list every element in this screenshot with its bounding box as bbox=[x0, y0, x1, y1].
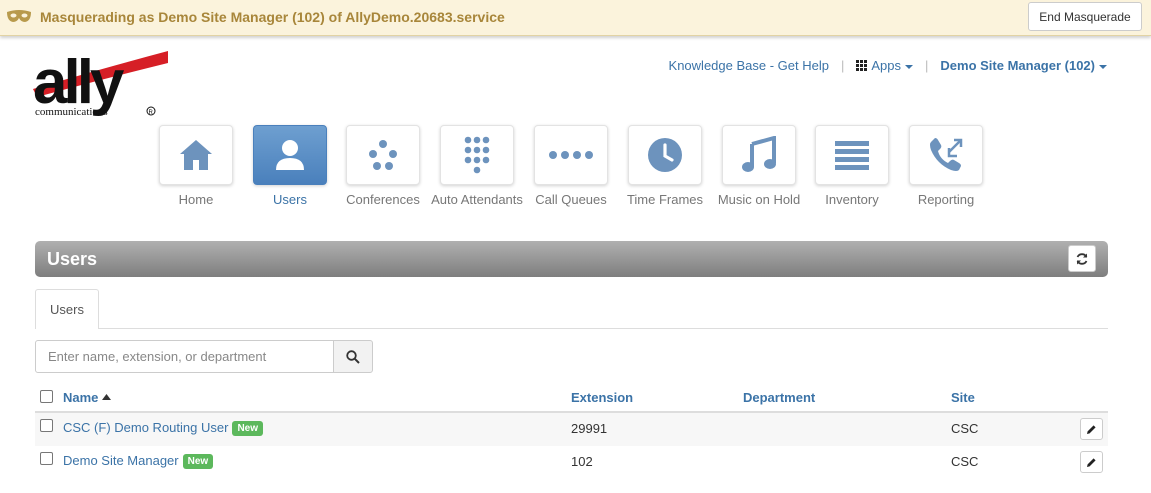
column-header-site[interactable]: Site bbox=[951, 390, 975, 405]
nav-reporting-label: Reporting bbox=[917, 192, 975, 207]
nav-users-label: Users bbox=[273, 192, 307, 207]
nav-home-label: Home bbox=[178, 192, 214, 207]
user-site: CSC bbox=[951, 454, 979, 469]
tabs-divider bbox=[35, 328, 1108, 329]
user-menu-label: Demo Site Manager (102) bbox=[940, 58, 1095, 73]
row-checkbox[interactable] bbox=[40, 452, 53, 465]
nav-reporting[interactable]: Reporting bbox=[899, 125, 993, 207]
nav-time-frames-label: Time Frames bbox=[626, 192, 704, 207]
chevron-down-icon bbox=[1099, 64, 1107, 69]
users-panel-header: Users bbox=[35, 241, 1108, 277]
user-name: Demo Site Manager bbox=[63, 453, 179, 468]
keypad-icon bbox=[464, 136, 490, 174]
apps-menu[interactable]: Apps bbox=[856, 58, 913, 73]
list-icon bbox=[835, 141, 869, 170]
home-icon bbox=[180, 140, 212, 170]
user-name: CSC (F) Demo Routing User bbox=[63, 420, 229, 435]
nav-time-frames[interactable]: Time Frames bbox=[618, 125, 712, 207]
chevron-down-icon bbox=[905, 64, 913, 69]
edit-button[interactable] bbox=[1080, 451, 1103, 473]
apps-label: Apps bbox=[871, 58, 901, 73]
row-checkbox[interactable] bbox=[40, 419, 53, 432]
music-note-icon bbox=[742, 136, 776, 172]
user-name-link[interactable]: CSC (F) Demo Routing User New bbox=[63, 420, 263, 436]
nav-home[interactable]: Home bbox=[149, 125, 243, 207]
user-icon bbox=[276, 140, 304, 170]
refresh-icon bbox=[1076, 252, 1088, 265]
nav-call-queues[interactable]: Call Queues bbox=[524, 125, 618, 207]
sort-asc-icon bbox=[102, 394, 112, 400]
knowledge-base-link[interactable]: Knowledge Base - Get Help bbox=[669, 58, 829, 73]
clock-icon bbox=[648, 138, 682, 172]
logo-tagline: communications bbox=[35, 106, 108, 118]
search-icon bbox=[346, 349, 360, 364]
masquerade-text: Masquerading as Demo Site Manager (102) … bbox=[40, 9, 505, 25]
table-row: Demo Site Manager New 102 CSC bbox=[35, 446, 1108, 479]
nav-users[interactable]: Users bbox=[243, 125, 337, 207]
nav-call-queues-label: Call Queues bbox=[535, 192, 607, 207]
nav-music-on-hold[interactable]: Music on Hold bbox=[712, 125, 806, 207]
user-site: CSC bbox=[951, 421, 979, 436]
nav-inventory-label: Inventory bbox=[825, 192, 879, 207]
masquerade-bar: Masquerading as Demo Site Manager (102) … bbox=[0, 0, 1151, 36]
nav-separator: | bbox=[840, 58, 845, 73]
search-button[interactable] bbox=[333, 340, 373, 373]
table-row: CSC (F) Demo Routing User New 29991 CSC bbox=[35, 413, 1108, 446]
ally-logo[interactable]: ally communications R bbox=[33, 45, 168, 120]
panel-title: Users bbox=[47, 249, 98, 269]
edit-button[interactable] bbox=[1080, 418, 1103, 440]
pencil-icon bbox=[1087, 424, 1096, 434]
refresh-button[interactable] bbox=[1068, 245, 1096, 272]
column-header-department[interactable]: Department bbox=[743, 390, 815, 405]
conference-icon bbox=[369, 140, 397, 170]
nav-conferences-label: Conferences bbox=[346, 192, 420, 207]
column-header-extension[interactable]: Extension bbox=[571, 390, 633, 405]
pencil-icon bbox=[1087, 457, 1096, 467]
nav-music-on-hold-label: Music on Hold bbox=[717, 192, 801, 207]
new-badge: New bbox=[232, 421, 263, 436]
phone-arrows-icon bbox=[930, 138, 963, 171]
nav-conferences[interactable]: Conferences bbox=[336, 125, 430, 207]
user-extension: 102 bbox=[571, 454, 593, 469]
column-header-name[interactable]: Name bbox=[63, 390, 112, 405]
search-input[interactable] bbox=[35, 340, 334, 373]
top-nav: Knowledge Base - Get Help | Apps | Demo … bbox=[669, 58, 1107, 73]
nav-inventory[interactable]: Inventory bbox=[805, 125, 899, 207]
new-badge: New bbox=[182, 454, 214, 469]
nav-auto-attendants[interactable]: Auto Attendants bbox=[430, 125, 524, 207]
queue-dots-icon bbox=[549, 151, 593, 159]
apps-grid-icon bbox=[856, 60, 868, 71]
user-name-link[interactable]: Demo Site Manager New bbox=[63, 453, 214, 469]
mask-icon bbox=[6, 9, 32, 30]
end-masquerade-button[interactable]: End Masquerade bbox=[1028, 2, 1142, 31]
tab-users[interactable]: Users bbox=[35, 289, 99, 329]
nav-separator: | bbox=[925, 58, 929, 73]
svg-text:R: R bbox=[149, 110, 154, 116]
column-name-label: Name bbox=[63, 390, 99, 405]
user-menu[interactable]: Demo Site Manager (102) bbox=[940, 58, 1107, 73]
nav-auto-attendants-label: Auto Attendants bbox=[431, 192, 523, 207]
user-extension: 29991 bbox=[571, 421, 608, 436]
select-all-checkbox[interactable] bbox=[40, 390, 53, 403]
